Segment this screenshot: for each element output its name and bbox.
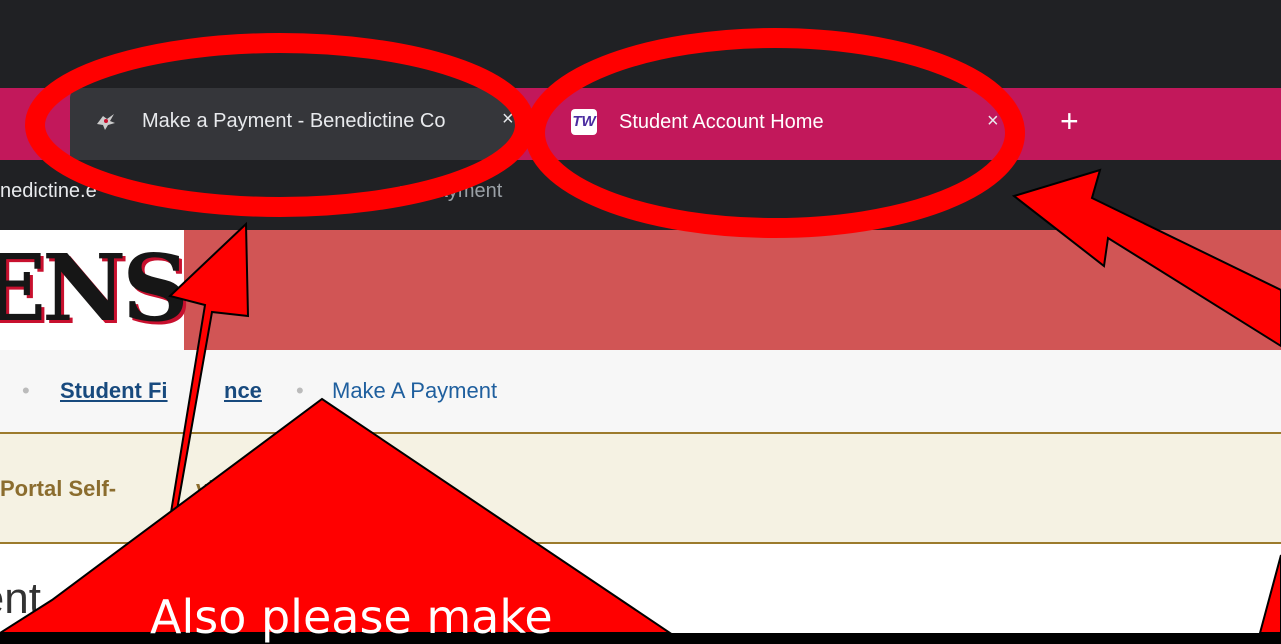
annotation-arrow-up-right xyxy=(1011,168,1281,348)
annotation-ellipse-right xyxy=(525,28,1025,238)
annotation-overlay xyxy=(0,28,1281,633)
annotation-ellipse-left xyxy=(25,33,535,217)
annotation-arrow-bottom-right xyxy=(1258,554,1281,633)
annotation-caption: Also please make xyxy=(150,590,553,644)
